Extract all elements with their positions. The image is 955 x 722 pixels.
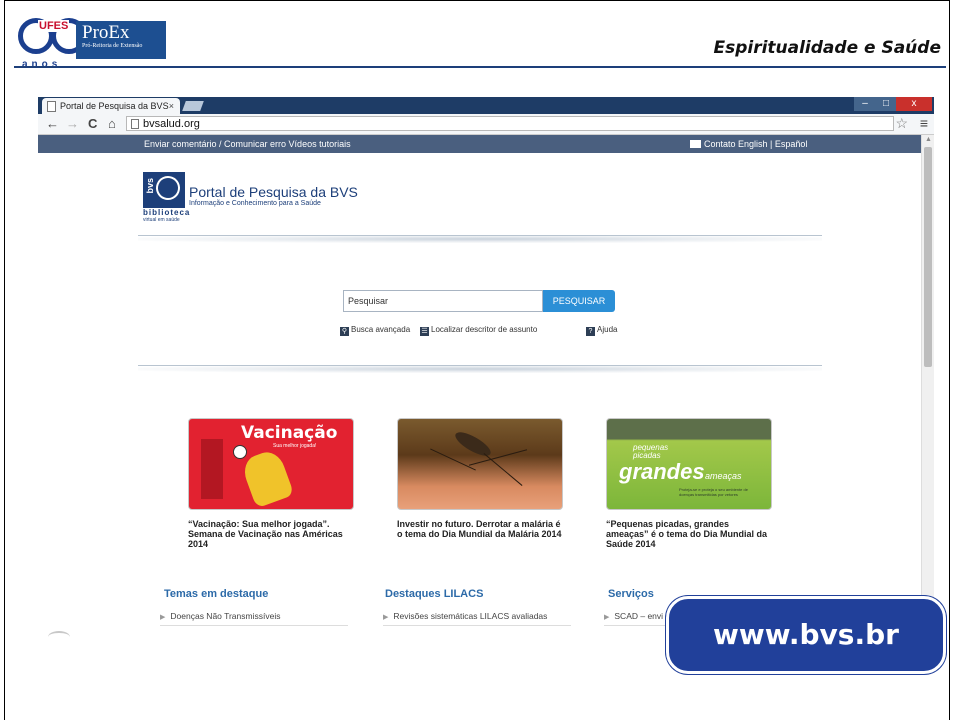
vacinacao-image-subtitle: Sua melhor jogada! — [273, 443, 317, 449]
portal-tagline: Informação e Conhecimento para a Saúde — [189, 200, 321, 207]
image-stripe — [201, 439, 223, 499]
section-title-temas: Temas em destaque — [164, 588, 269, 600]
slide-title: Espiritualidade e Saúde — [713, 38, 941, 58]
triangle-icon: ▶ — [604, 614, 610, 621]
slide: UFES ProEx Pró-Reitoria de Extensão anos… — [0, 0, 955, 722]
ufes-label: UFES — [38, 20, 70, 32]
biblioteca-text: biblioteca — [143, 208, 191, 217]
page-icon — [47, 101, 56, 112]
topbar-links-left[interactable]: Enviar comentário / Comunicar erro Vídeo… — [144, 135, 351, 153]
bvs-logo[interactable]: bvs biblioteca virtual em saúde Portal d… — [143, 172, 393, 224]
reload-button[interactable]: C — [88, 116, 97, 132]
advanced-search-link[interactable]: ⚲ Busca avançada — [340, 325, 410, 336]
section-item-label: Revisões sistemáticas LILACS avaliadas — [393, 611, 548, 621]
browser-window: Portal de Pesquisa da BVS × – □ x ← → C … — [38, 97, 934, 637]
topbar-right-text: Contato English | Español — [704, 139, 808, 149]
bvs-ring-icon — [152, 172, 184, 204]
list-icon: ☰ — [420, 327, 429, 336]
portal-name: Portal de Pesquisa da BVS — [189, 184, 358, 200]
search-links: ⚲ Busca avançada ☰ Localizar descritor de … — [340, 325, 640, 339]
proex-subtitle: Pró-Reitoria de Extensão — [82, 43, 143, 49]
tab-close-icon[interactable]: × — [169, 98, 174, 114]
tab-title: Portal de Pesquisa da BVS — [60, 101, 169, 111]
scroll-up-icon[interactable]: ▲ — [925, 136, 932, 143]
url-callout: www.bvs.br — [666, 596, 946, 674]
site-topbar: Enviar comentário / Comunicar erro Vídeo… — [38, 135, 934, 153]
page-icon — [131, 119, 139, 129]
triangle-icon: ▶ — [160, 614, 166, 621]
browser-toolbar: ← → C ⌂ bvsalud.org ☆ ≡ — [38, 114, 934, 135]
tab-bar: Portal de Pesquisa da BVS × – □ x — [38, 97, 934, 114]
window-controls: – □ x — [854, 97, 932, 111]
home-button[interactable]: ⌂ — [108, 116, 116, 132]
help-label: Ajuda — [597, 325, 618, 334]
bvs-emblem-text: bvs — [145, 178, 155, 194]
new-tab-button[interactable] — [182, 101, 204, 111]
ufes-proex-logo: UFES ProEx Pró-Reitoria de Extensão anos — [18, 18, 166, 70]
feature-caption[interactable]: “Pequenas picadas, grandes ameaças” é o … — [606, 519, 772, 549]
feature-card-vacinacao[interactable]: Vacinação Sua melhor jogada! “Vacinação:… — [188, 418, 354, 549]
mosquito-leg — [483, 453, 523, 486]
feature-image-ameacas[interactable]: pequenas picadas grandes ameaças Proteja… — [606, 418, 772, 510]
forward-button[interactable]: → — [66, 116, 79, 132]
advanced-search-label: Busca avançada — [351, 325, 411, 334]
anos-label: anos — [22, 59, 62, 70]
menu-icon[interactable]: ≡ — [920, 115, 928, 131]
url-text: bvsalud.org — [143, 118, 200, 130]
section-item-lilacs[interactable]: ▶ Revisões sistemáticas LILACS avaliadas — [383, 611, 571, 626]
descriptor-link[interactable]: ☰ Localizar descritor de assunto — [420, 325, 537, 336]
feature-card-ameacas[interactable]: pequenas picadas grandes ameaças Proteja… — [606, 418, 772, 549]
browser-tab[interactable]: Portal de Pesquisa da BVS × — [42, 98, 180, 114]
close-window-button[interactable]: x — [896, 97, 932, 111]
mosquito-leg — [430, 448, 476, 471]
section-item-temas[interactable]: ▶ Doenças Não Transmissíveis — [160, 611, 348, 626]
page-viewport: Enviar comentário / Comunicar erro Vídeo… — [38, 135, 934, 637]
maximize-button[interactable]: □ — [876, 97, 896, 111]
feature-caption[interactable]: Investir no futuro. Derrotar a malária é… — [397, 519, 563, 539]
callout-text: www.bvs.br — [713, 618, 899, 651]
help-icon: ? — [586, 327, 595, 336]
search-button[interactable]: PESQUISAR — [543, 290, 615, 312]
bvs-emblem: bvs — [143, 172, 185, 208]
bookmark-star-icon[interactable]: ☆ — [895, 115, 908, 132]
feature-card-malaria[interactable]: Investir no futuro. Derrotar a malária é… — [397, 418, 563, 539]
section-title-servicos: Serviços — [608, 588, 654, 600]
feature-image-malaria[interactable] — [397, 418, 563, 510]
address-bar[interactable]: bvsalud.org — [126, 116, 894, 131]
proex-box: ProEx Pró-Reitoria de Extensão — [76, 21, 166, 59]
proex-label: ProEx — [82, 22, 130, 43]
soccer-ball-icon — [233, 445, 247, 459]
triangle-icon: ▶ — [383, 614, 389, 621]
section-title-lilacs: Destaques LILACS — [385, 588, 484, 600]
search-icon: ⚲ — [340, 327, 349, 336]
section-item-label: Doenças Não Transmissíveis — [170, 611, 281, 621]
image-text-proteja: Proteja-se e proteja o seu ambiente de d… — [679, 487, 748, 497]
image-text-grandes: grandes — [619, 459, 705, 484]
decorative-arc — [48, 631, 70, 643]
vacinacao-image-title: Vacinação — [241, 423, 338, 443]
search-divider — [138, 365, 822, 373]
feature-image-vacinacao[interactable]: Vacinação Sua melhor jogada! — [188, 418, 354, 510]
virtual-saude-text: virtual em saúde — [143, 217, 180, 223]
feature-caption[interactable]: “Vacinação: Sua melhor jogada”. Semana d… — [188, 519, 354, 549]
header-divider — [138, 235, 822, 243]
section-item-label: SCAD – envi — [614, 611, 664, 621]
minimize-button[interactable]: – — [854, 97, 876, 111]
descriptor-label: Localizar descritor de assunto — [431, 325, 538, 334]
slide-divider — [14, 66, 946, 68]
player-figure — [239, 447, 295, 509]
image-text-ameacas: ameaças — [705, 471, 742, 481]
help-link[interactable]: ? Ajuda — [586, 325, 617, 336]
mail-icon — [690, 140, 701, 148]
topbar-links-right[interactable]: Contato English | Español — [690, 135, 807, 153]
back-button[interactable]: ← — [46, 116, 59, 132]
scroll-thumb[interactable] — [924, 147, 932, 367]
page-scrollbar[interactable]: ▲ — [921, 135, 934, 637]
search-input[interactable]: Pesquisar — [343, 290, 543, 312]
